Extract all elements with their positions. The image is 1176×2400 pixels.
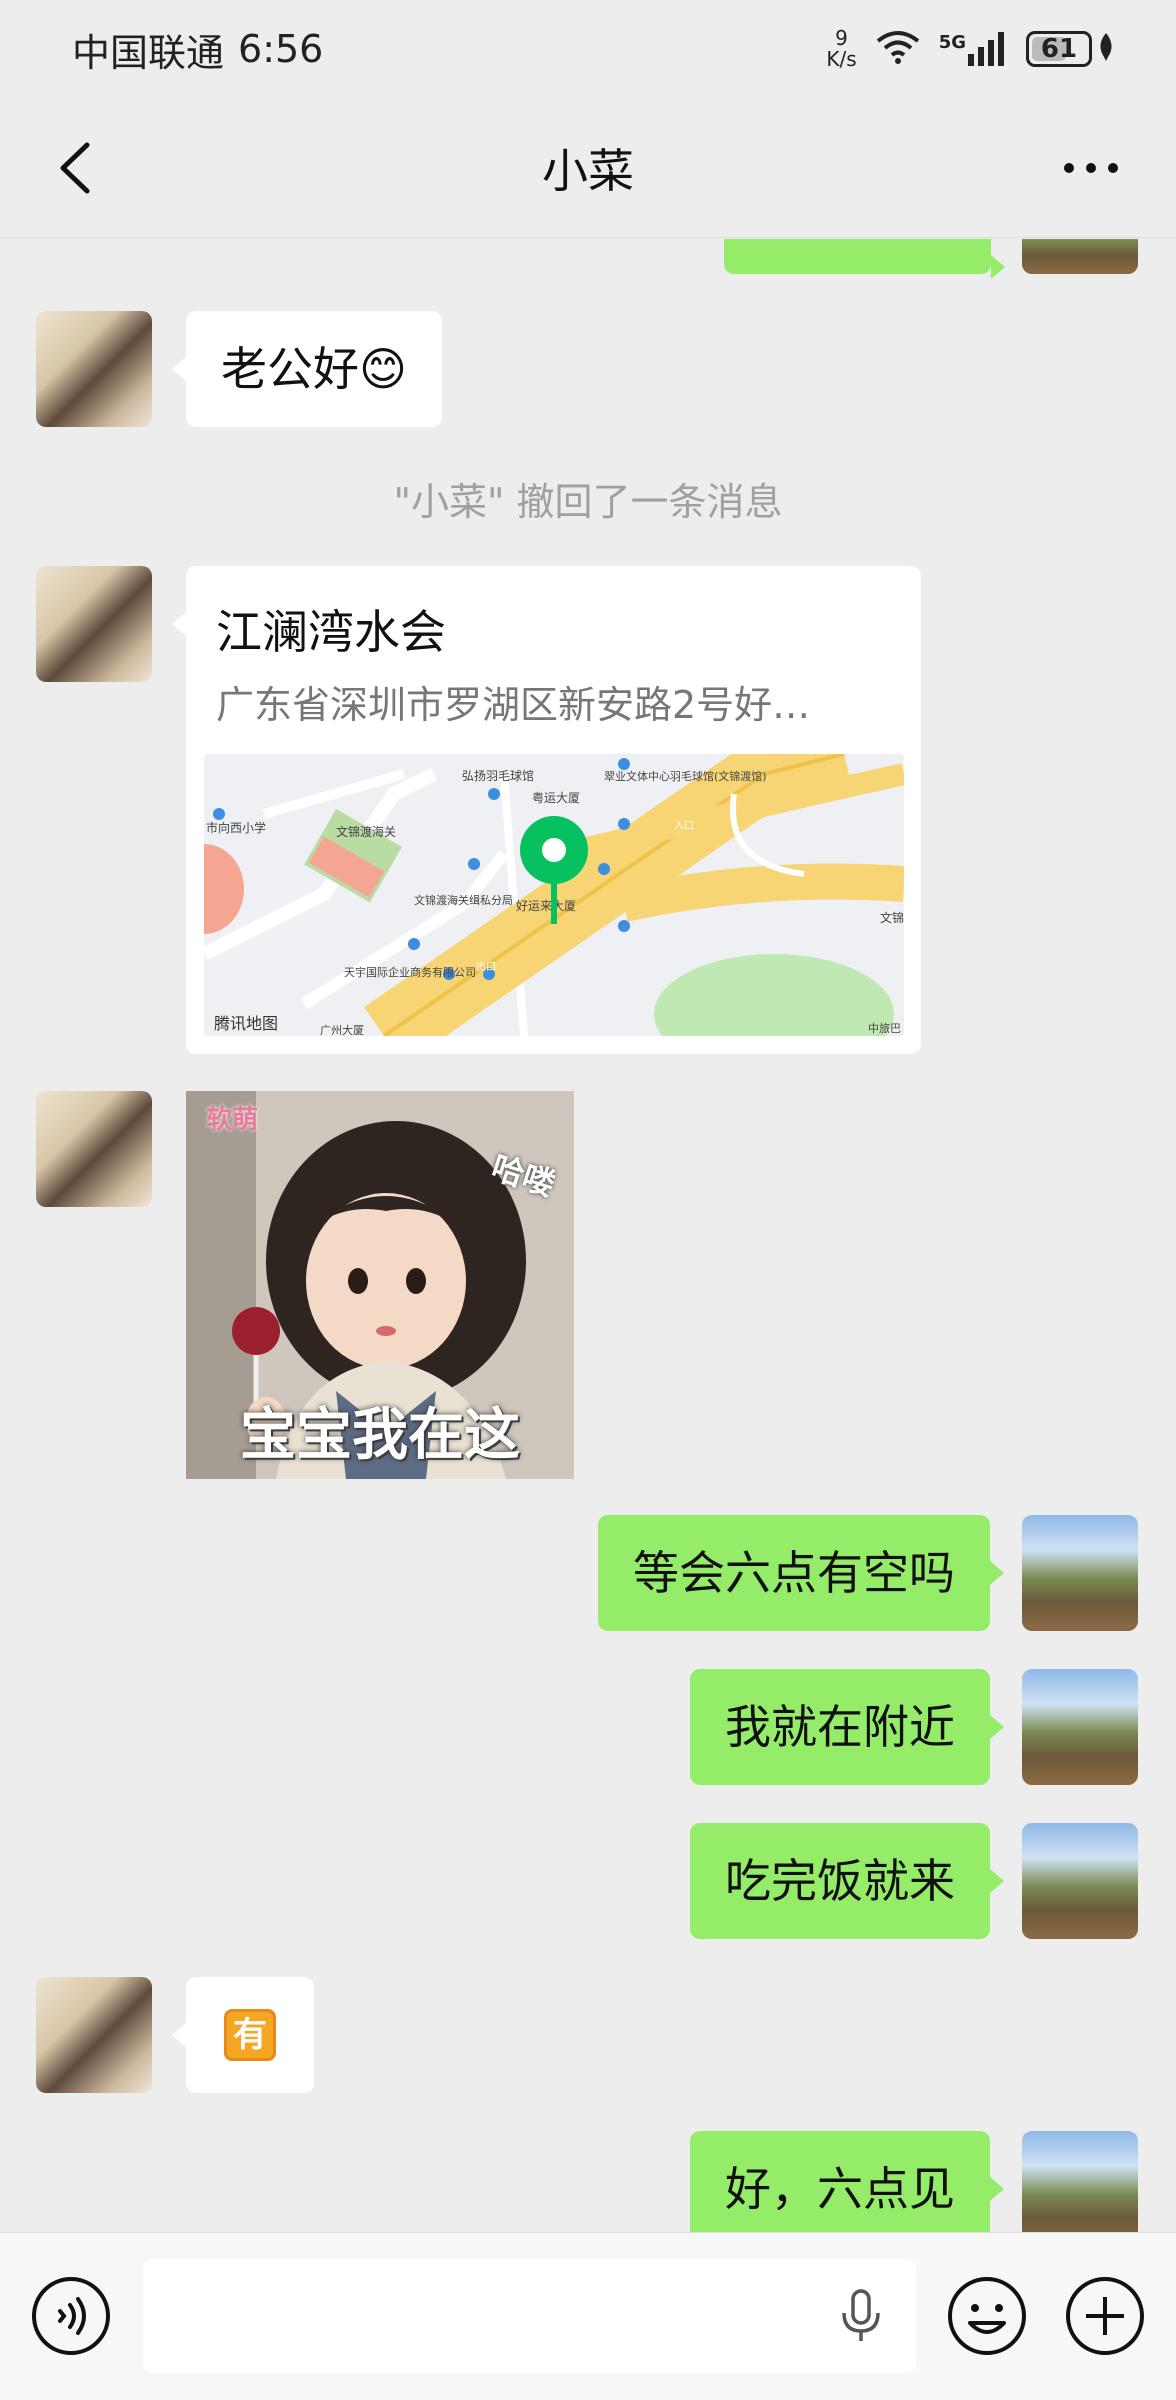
avatar-contact[interactable] xyxy=(36,1091,152,1207)
avatar-self[interactable] xyxy=(1022,1823,1138,1939)
map-label-zhongluo: 中旅巴 xyxy=(868,1021,901,1035)
avatar-contact[interactable] xyxy=(36,566,152,682)
status-bar: 中国联通 6:56 9 K/s 5G 61 xyxy=(0,0,1176,98)
map-label-school: 市向西小学 xyxy=(206,820,266,835)
map-label-exit: 出口 xyxy=(476,960,496,973)
battery-saver-leaf-icon xyxy=(1096,31,1116,67)
location-name: 江澜湾水会 xyxy=(216,605,446,659)
emoji-you-badge: 有 xyxy=(224,2009,276,2061)
map-label-building: 粤运大厦 xyxy=(532,790,580,805)
wifi-icon xyxy=(875,29,921,69)
voice-input-button[interactable] xyxy=(30,2275,112,2357)
message-bubble-outgoing[interactable]: 好，六点见 xyxy=(690,2131,1004,2232)
battery-icon: 61 xyxy=(1026,31,1092,67)
message-text: 好，六点见 xyxy=(725,2162,955,2216)
recall-notice: "小菜" 撤回了一条消息 xyxy=(393,480,783,524)
location-address: 广东省深圳市罗湖区新安路2号好… xyxy=(216,683,811,727)
clock: 6:56 xyxy=(238,27,324,71)
back-button[interactable] xyxy=(40,128,110,208)
carrier-label: 中国联通 xyxy=(72,30,225,75)
map-label-customs-sub: 文锦渡海关缉私分局 xyxy=(414,893,513,907)
map-provider-label: 腾讯地图 xyxy=(214,1014,279,1033)
map-label-tianyu: 天宇国际企业商务有限公司 xyxy=(344,965,476,979)
sticker-corner-text: 软萌 xyxy=(206,1105,259,1135)
emoji-button[interactable] xyxy=(946,2275,1028,2357)
message-bubble-incoming[interactable]: 有 xyxy=(172,1977,314,2093)
avatar-contact[interactable] xyxy=(36,1977,152,2093)
avatar-self[interactable] xyxy=(1022,1515,1138,1631)
net-speed-unit: K/s xyxy=(826,47,857,71)
chat-title: 小菜 xyxy=(542,143,634,198)
avatar-contact[interactable] xyxy=(36,311,152,427)
net-speed-value: 9 xyxy=(835,26,848,50)
more-dots-icon xyxy=(1064,163,1118,173)
map-label-customs: 文锦渡海关 xyxy=(336,824,396,839)
location-card[interactable]: 江澜湾水会 广东省深圳市罗湖区新安路2号好… 市向西小学 弘扬羽毛球馆 粤运大厦… xyxy=(172,566,921,1054)
cellular-signal-icon: 5G xyxy=(939,32,1008,66)
sticker-caption: 宝宝我在这 xyxy=(240,1403,520,1468)
status-left: 中国联通 6:56 xyxy=(72,22,323,77)
battery-level: 61 xyxy=(1040,34,1078,64)
chat-messages[interactable]: 老公好😊 "小菜" 撤回了一条消息 江澜湾水会 广东省深圳市罗湖区新安路2号好… xyxy=(0,239,1176,2232)
message-bubble-outgoing[interactable]: 吃完饭就来 xyxy=(690,1823,1004,1939)
net-speed: 9 K/s xyxy=(826,28,856,70)
battery-indicator: 61 xyxy=(1026,31,1116,67)
map-label-haoyun: 好运来大厦 xyxy=(516,899,576,913)
avatar-self[interactable] xyxy=(1022,2131,1138,2232)
location-map[interactable]: 市向西小学 弘扬羽毛球馆 粤运大厦 翠业文体中心羽毛球馆(文锦渡馆) 文锦渡海关… xyxy=(204,754,904,1036)
map-label-entrance: 入口 xyxy=(674,821,694,832)
message-input[interactable] xyxy=(143,2259,916,2373)
smiley-icon xyxy=(948,2277,1026,2355)
avatar-self[interactable] xyxy=(1022,239,1138,274)
chevron-left-icon xyxy=(60,142,90,194)
microphone-icon[interactable] xyxy=(836,2289,886,2345)
map-label-sports: 翠业文体中心羽毛球馆(文锦渡馆) xyxy=(604,769,767,783)
input-bar xyxy=(0,2232,1176,2400)
avatar-self[interactable] xyxy=(1022,1669,1138,1785)
voice-icon xyxy=(32,2277,110,2355)
message-text: 老公好😊 xyxy=(221,342,407,396)
map-label-wenjin: 文锦管 xyxy=(880,910,904,925)
map-label-badminton: 弘扬羽毛球馆 xyxy=(462,768,534,783)
message-bubble-outgoing[interactable]: 我就在附近 xyxy=(690,1669,1004,1785)
sticker-image[interactable]: 软萌 哈喽 宝宝我在这 xyxy=(186,1091,574,1479)
message-text: 我就在附近 xyxy=(725,1700,955,1754)
message-bubble-outgoing[interactable]: 等会六点有空吗 xyxy=(598,1515,1004,1631)
message-text: 吃完饭就来 xyxy=(725,1854,955,1908)
status-right: 9 K/s 5G 61 xyxy=(826,28,1116,70)
chat-header: 小菜 xyxy=(0,98,1176,238)
message-bubble-partial[interactable] xyxy=(724,239,1005,279)
map-label-guangzhou: 广州大厦 xyxy=(320,1023,364,1036)
network-type: 5G xyxy=(938,32,966,53)
message-text: 等会六点有空吗 xyxy=(633,1546,955,1600)
message-bubble-incoming[interactable]: 老公好😊 xyxy=(172,311,442,427)
more-options-button[interactable] xyxy=(1046,128,1136,208)
map-graphic: 市向西小学 弘扬羽毛球馆 粤运大厦 翠业文体中心羽毛球馆(文锦渡馆) 文锦渡海关… xyxy=(204,754,904,1036)
more-actions-button[interactable] xyxy=(1064,2275,1146,2357)
badge-text: 有 xyxy=(233,2015,267,2055)
plus-icon xyxy=(1066,2277,1144,2355)
